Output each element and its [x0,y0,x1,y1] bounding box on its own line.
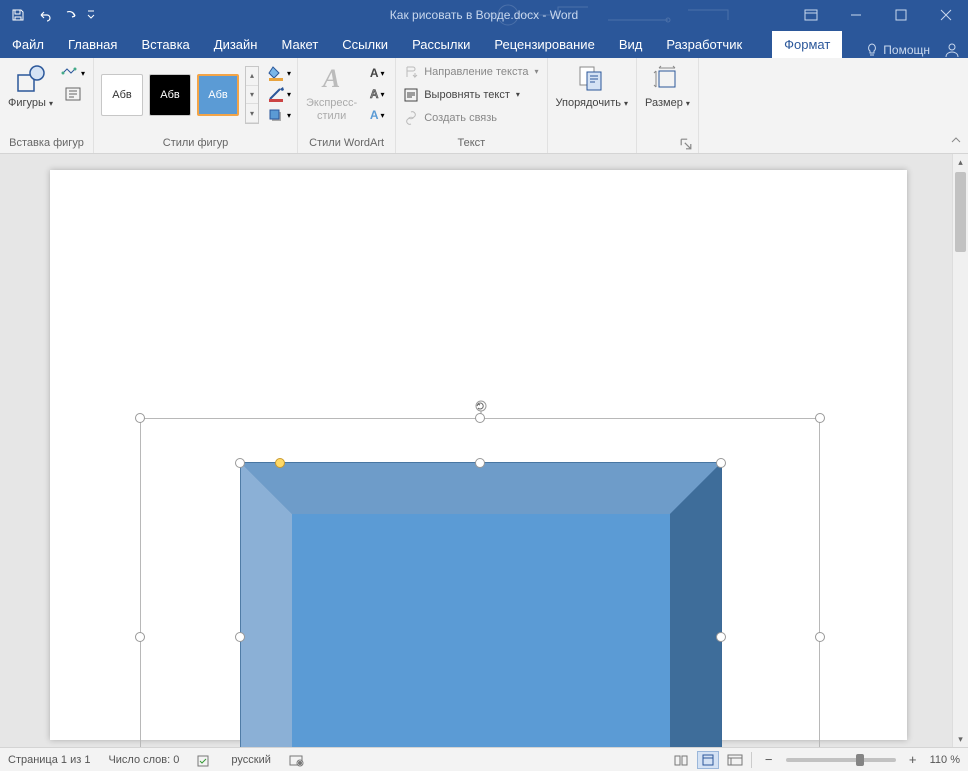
zoom-slider[interactable] [786,758,896,762]
shapes-tools: ▾ [59,61,87,106]
group-arrange: Упорядочить ▾ [548,58,638,153]
minimize-button[interactable] [833,0,878,30]
zoom-in-button[interactable]: + [904,751,922,769]
vertical-scrollbar[interactable]: ▴ ▾ [952,154,968,747]
gallery-spinner[interactable]: ▴▾▾ [245,66,259,124]
text-direction-button: Направление текста▾ [400,61,542,82]
zoom-out-button[interactable]: − [760,751,778,769]
title-bar: Как рисовать в Ворде.docx - Word [0,0,968,30]
text-direction-icon [404,65,418,79]
redo-button[interactable] [58,3,82,27]
group-label-arrange [552,134,633,153]
text-effects-button[interactable]: A▾ [365,105,389,125]
wordart-tools: A▾ A▾ A▾ [363,61,391,127]
ribbon-tabs: Файл Главная Вставка Дизайн Макет Ссылки… [0,30,968,58]
help-area: Помощн [865,42,968,58]
tab-mailings[interactable]: Рассылки [400,31,482,58]
scroll-up-button[interactable]: ▴ [953,154,968,170]
align-text-button[interactable]: Выровнять текст▾ [400,84,542,105]
arrange-button[interactable]: Упорядочить ▾ [552,61,633,112]
account-icon[interactable] [944,42,960,58]
language-indicator[interactable]: русский [231,754,270,766]
document-viewport[interactable] [0,154,952,747]
tell-me-button[interactable]: Помощн [865,43,930,57]
tab-home[interactable]: Главная [56,31,129,58]
ribbon: Фигуры ▾ ▾ Вставка фигур Абв Абв Абв ▴▾▾… [0,58,968,154]
tab-file[interactable]: Файл [0,31,56,58]
size-button[interactable]: Размер ▾ [641,61,694,112]
create-link-button: Создать связь [400,107,542,128]
status-bar: Страница 1 из 1 Число слов: 0 русский − … [0,747,968,771]
zoom-level[interactable]: 110 % [930,754,960,766]
group-label-insert-shapes: Вставка фигур [4,134,89,153]
word-count[interactable]: Число слов: 0 [108,754,179,766]
group-label-wordart: Стили WordArt [302,134,391,153]
group-label-size [641,134,694,153]
style-option-2[interactable]: Абв [149,74,191,116]
tab-design[interactable]: Дизайн [202,31,270,58]
quick-styles-button: A Экспресс- стили [302,61,361,125]
quick-access-toolbar [0,3,98,27]
selected-shape[interactable] [240,462,722,747]
group-shape-styles: Абв Абв Абв ▴▾▾ ▾ ▾ ▾ Стили фигур [94,58,298,153]
lightbulb-icon [865,43,879,57]
text-fill-button[interactable]: A▾ [365,63,389,83]
shapes-button[interactable]: Фигуры ▾ [4,61,57,112]
shapes-icon [15,63,47,95]
wordart-icon: A [316,63,348,95]
group-text: Направление текста▾ Выровнять текст▾ Соз… [396,58,547,153]
arrange-icon [576,63,608,95]
shape-style-gallery[interactable]: Абв Абв Абв ▴▾▾ [98,61,259,129]
spellcheck-icon[interactable] [197,753,213,767]
tab-view[interactable]: Вид [607,31,655,58]
zoom-slider-thumb[interactable] [856,754,864,766]
read-mode-icon[interactable] [673,753,689,767]
group-wordart-styles: A Экспресс- стили A▾ A▾ A▾ Стили WordArt [298,58,396,153]
group-size: Размер ▾ [637,58,699,153]
group-label-text: Текст [400,134,542,153]
style-option-1[interactable]: Абв [101,74,143,116]
edit-shape-button[interactable]: ▾ [61,63,85,83]
save-button[interactable] [6,3,30,27]
ribbon-display-button[interactable] [788,0,833,30]
text-outline-button[interactable]: A▾ [365,84,389,104]
scroll-down-button[interactable]: ▾ [953,731,968,747]
style-option-3[interactable]: Абв [197,74,239,116]
tab-layout[interactable]: Макет [269,31,330,58]
document-area: ▴ ▾ [0,154,968,747]
tab-review[interactable]: Рецензирование [482,31,606,58]
shape-fill-button[interactable]: ▾ [267,63,291,83]
tab-insert[interactable]: Вставка [129,31,201,58]
separator [751,752,752,768]
align-text-icon [404,88,418,102]
shape-effects-button[interactable]: ▾ [267,105,291,125]
group-insert-shapes: Фигуры ▾ ▾ Вставка фигур [0,58,94,153]
print-layout-button[interactable] [697,751,719,769]
close-button[interactable] [923,0,968,30]
group-label-shape-styles: Стили фигур [98,134,293,153]
dialog-launcher-icon[interactable] [680,138,692,150]
tab-references[interactable]: Ссылки [330,31,400,58]
link-icon [404,111,418,125]
web-layout-icon[interactable] [727,753,743,767]
window-title: Как рисовать в Ворде.docx - Word [390,8,578,22]
maximize-button[interactable] [878,0,923,30]
size-icon [651,63,683,95]
scroll-thumb[interactable] [955,172,966,252]
draw-textbox-button[interactable] [61,84,85,104]
tab-developer[interactable]: Разработчик [654,31,754,58]
macro-record-icon[interactable] [289,753,305,767]
undo-button[interactable] [32,3,56,27]
page-indicator[interactable]: Страница 1 из 1 [8,754,90,766]
collapse-ribbon-button[interactable] [950,135,964,149]
qa-customize-button[interactable] [84,3,98,27]
shape-outline-button[interactable]: ▾ [267,84,291,104]
tab-format[interactable]: Формат [772,31,842,58]
shape-format-tools: ▾ ▾ ▾ [265,61,293,127]
window-controls [788,0,968,30]
